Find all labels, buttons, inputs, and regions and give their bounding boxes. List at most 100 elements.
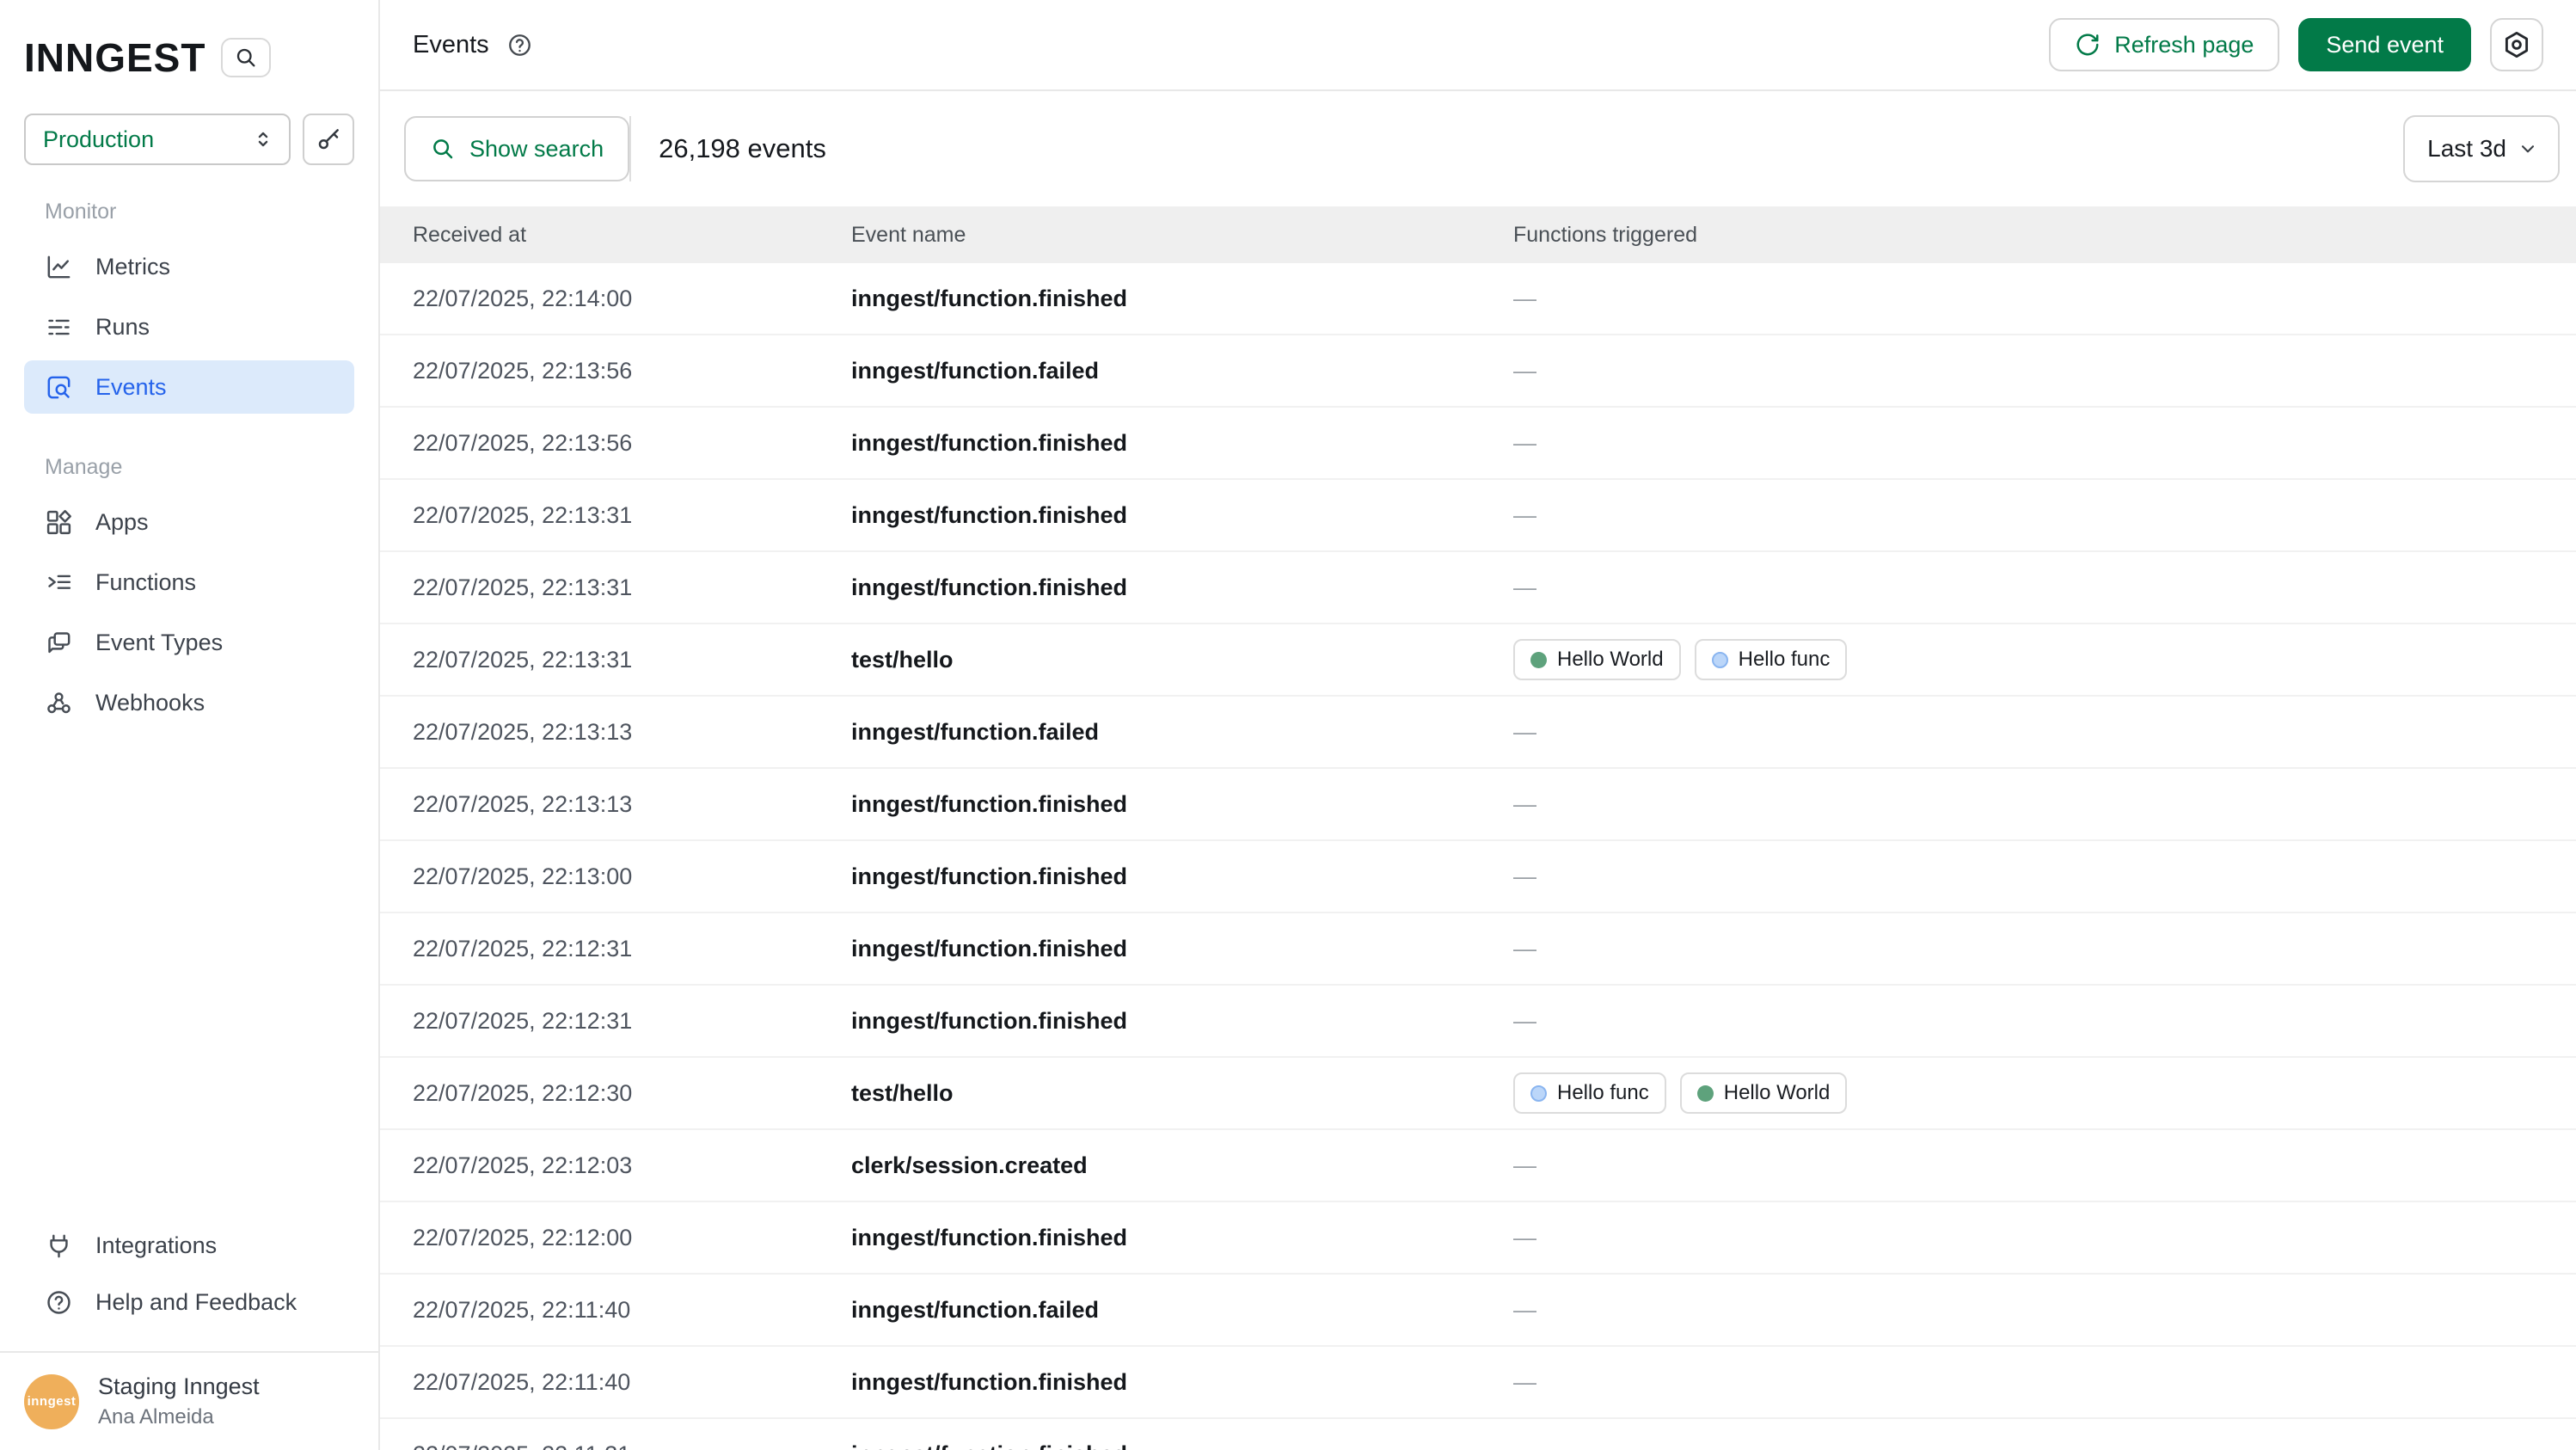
global-search-button[interactable] [221,38,271,77]
sidebar-item-metrics[interactable]: Metrics [24,240,354,293]
no-functions-dash: — [1513,358,1536,384]
no-functions-dash: — [1513,936,1536,962]
table-row[interactable]: 22/07/2025, 22:11:40 inngest/function.fi… [380,1347,2576,1419]
table-row[interactable]: 22/07/2025, 22:12:31 inngest/function.fi… [380,913,2576,986]
event-name-cell: inngest/function.finished [851,574,1513,601]
function-badge[interactable]: Hello World [1680,1072,1848,1114]
event-keys-button[interactable] [303,114,354,165]
page-header: Events Refresh page Send event [380,0,2576,91]
logo-row: INNGEST [0,0,378,81]
function-status-dot-blue [1712,652,1728,668]
received-at-cell: 22/07/2025, 22:13:31 [413,502,851,529]
column-header-event-name: Event name [851,223,1513,248]
function-badge[interactable]: Hello func [1695,639,1848,680]
gear-icon [2502,30,2531,59]
sidebar-item-label: Integrations [95,1232,217,1259]
settings-button[interactable] [2490,18,2543,71]
page-help-icon[interactable] [506,32,533,58]
show-search-button[interactable]: Show search [404,116,629,181]
table-row[interactable]: 22/07/2025, 22:11:40 inngest/function.fa… [380,1275,2576,1347]
table-row[interactable]: 22/07/2025, 22:11:31 inngest/function.fi… [380,1419,2576,1450]
received-at-cell: 22/07/2025, 22:13:00 [413,863,851,890]
plug-icon [45,1232,73,1260]
sidebar-item-functions[interactable]: Functions [24,556,354,609]
received-at-cell: 22/07/2025, 22:14:00 [413,286,851,312]
search-icon [234,46,258,70]
event-name-cell: inngest/function.failed [851,1297,1513,1324]
sidebar-item-help-feedback[interactable]: Help and Feedback [24,1275,354,1329]
sidebar-item-integrations[interactable]: Integrations [24,1219,354,1272]
table-row[interactable]: 22/07/2025, 22:13:00 inngest/function.fi… [380,841,2576,913]
account-info: Staging Inngest Ana Almeida [98,1373,260,1429]
table-header-row: Received at Event name Functions trigger… [380,206,2576,263]
function-badge[interactable]: Hello World [1513,639,1681,680]
received-at-cell: 22/07/2025, 22:13:31 [413,574,851,601]
account-user-name: Ana Almeida [98,1405,260,1429]
time-range-selector[interactable]: Last 3d [2403,115,2560,182]
table-row[interactable]: 22/07/2025, 22:13:31 inngest/function.fi… [380,480,2576,552]
event-name-cell: inngest/function.finished [851,286,1513,312]
table-row[interactable]: 22/07/2025, 22:13:13 inngest/function.fi… [380,769,2576,841]
chevron-down-icon [2517,138,2539,160]
sidebar-item-label: Apps [95,509,149,536]
toolbar-divider [629,116,631,181]
sidebar-item-label: Help and Feedback [95,1289,297,1316]
refresh-icon [2075,32,2101,58]
column-header-functions-triggered: Functions triggered [1513,223,2576,248]
sidebar-item-webhooks[interactable]: Webhooks [24,676,354,729]
header-actions: Refresh page Send event [2049,18,2543,71]
event-name-cell: inngest/function.finished [851,936,1513,962]
event-name-cell: test/hello [851,1080,1513,1107]
events-toolbar: Show search 26,198 events Last 3d [380,91,2576,206]
refresh-page-button[interactable]: Refresh page [2049,18,2279,71]
event-name-cell: test/hello [851,647,1513,673]
table-row[interactable]: 22/07/2025, 22:12:30 test/hello Hello fu… [380,1058,2576,1130]
sidebar-item-event-types[interactable]: Event Types [24,616,354,669]
table-row[interactable]: 22/07/2025, 22:13:13 inngest/function.fa… [380,697,2576,769]
table-row[interactable]: 22/07/2025, 22:13:56 inngest/function.fi… [380,408,2576,480]
environment-row: Production [24,114,354,165]
function-status-dot-green [1697,1085,1714,1102]
apps-grid-icon [45,508,73,537]
event-name-cell: clerk/session.created [851,1152,1513,1179]
no-functions-dash: — [1513,863,1536,890]
account-menu[interactable]: inngest Staging Inngest Ana Almeida [0,1351,378,1450]
no-functions-dash: — [1513,286,1536,312]
received-at-cell: 22/07/2025, 22:13:56 [413,358,851,384]
sidebar-item-apps[interactable]: Apps [24,495,354,549]
time-range-value: Last 3d [2427,135,2506,163]
function-badge-label: Hello World [1557,648,1664,672]
table-row[interactable]: 22/07/2025, 22:12:00 inngest/function.fi… [380,1202,2576,1275]
sidebar-item-label: Functions [95,569,196,596]
table-row[interactable]: 22/07/2025, 22:14:00 inngest/function.fi… [380,263,2576,335]
webhook-icon [45,689,73,717]
table-row[interactable]: 22/07/2025, 22:12:03 clerk/session.creat… [380,1130,2576,1202]
table-row[interactable]: 22/07/2025, 22:12:31 inngest/function.fi… [380,986,2576,1058]
sidebar-item-label: Events [95,374,167,401]
event-name-cell: inngest/function.finished [851,502,1513,529]
event-name-cell: inngest/function.failed [851,358,1513,384]
table-row[interactable]: 22/07/2025, 22:13:31 test/hello Hello Wo… [380,624,2576,697]
function-status-dot-green [1530,652,1547,668]
event-name-cell: inngest/function.finished [851,1369,1513,1396]
function-badge[interactable]: Hello func [1513,1072,1666,1114]
sidebar-item-runs[interactable]: Runs [24,300,354,353]
received-at-cell: 22/07/2025, 22:11:31 [413,1441,851,1450]
no-functions-dash: — [1513,1008,1536,1035]
function-badge-label: Hello func [1739,648,1831,672]
help-circle-icon [45,1288,73,1317]
no-functions-dash: — [1513,1441,1536,1450]
send-event-button[interactable]: Send event [2298,18,2471,71]
table-row[interactable]: 22/07/2025, 22:13:56 inngest/function.fa… [380,335,2576,408]
table-row[interactable]: 22/07/2025, 22:13:31 inngest/function.fi… [380,552,2576,624]
sidebar-section-monitor: Monitor [45,200,378,224]
sidebar-item-events[interactable]: Events [24,360,354,414]
function-list-icon [45,568,73,597]
show-search-label: Show search [469,136,604,163]
event-name-cell: inngest/function.finished [851,1441,1513,1450]
environment-selector[interactable]: Production [24,114,291,165]
no-functions-dash: — [1513,430,1536,457]
search-icon [430,136,456,162]
received-at-cell: 22/07/2025, 22:11:40 [413,1369,851,1396]
sidebar-section-manage: Manage [45,455,378,480]
